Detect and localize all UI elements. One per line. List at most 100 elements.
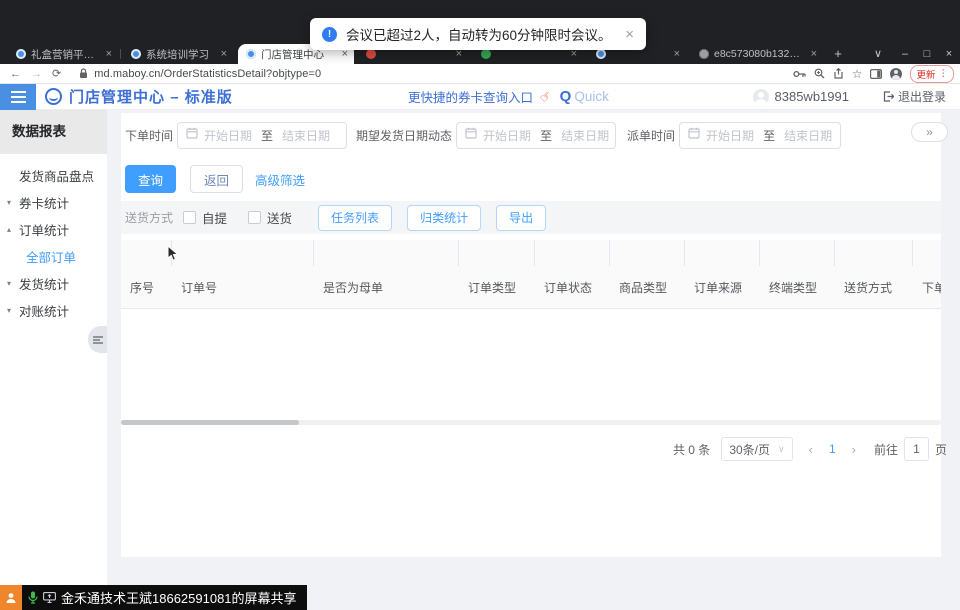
mouse-cursor: [167, 245, 179, 262]
side-panel-icon[interactable]: [870, 69, 882, 79]
tab-close-icon[interactable]: ×: [811, 48, 817, 60]
export-button[interactable]: 导出: [496, 205, 546, 231]
table-column-divider: [172, 240, 314, 266]
sidebar-item-shipping-stats[interactable]: ▾ 发货统计: [0, 270, 107, 297]
sidebar-item-order-stats[interactable]: ▴ 订单统计: [0, 216, 107, 243]
back-button[interactable]: 返回: [190, 165, 243, 193]
goto-page-input[interactable]: 1: [904, 437, 929, 461]
chevron-down-icon: ▾: [7, 279, 11, 288]
tab-close-icon[interactable]: ×: [674, 48, 680, 60]
to-label: 至: [540, 127, 552, 144]
end-date-placeholder: 结束日期: [784, 127, 832, 144]
screen-share-text: 金禾通技术王斌18662591081的屏幕共享: [61, 588, 297, 607]
browser-tab-2[interactable]: 系统培训学习 ×: [123, 44, 233, 64]
sidebar-item-shipped-goods-inventory[interactable]: 发货商品盘点: [0, 162, 107, 189]
window-maximize-button[interactable]: □: [917, 45, 937, 63]
delivery-method-label: 送货方式: [125, 209, 173, 226]
reload-icon[interactable]: ⟳: [52, 67, 61, 80]
tab-favicon: [366, 49, 376, 59]
back-icon[interactable]: ←: [10, 68, 21, 80]
start-date-placeholder: 开始日期: [204, 127, 252, 144]
tab-favicon: [131, 49, 141, 59]
meeting-notification-banner: ! 会议已超过2人，自动转为60分钟限时会议。 ×: [310, 18, 646, 50]
sidebar: 数据报表 发货商品盘点 ▾ 券卡统计 ▴ 订单统计 全部订单 ▾ 发货统计 ▾ …: [0, 110, 107, 610]
main-content-card: 下单时间 开始日期 至 结束日期 期望发货日期动态 开始日期 至 结束日期 派单…: [121, 113, 941, 557]
order-time-range-input[interactable]: 开始日期 至 结束日期: [177, 122, 347, 149]
notification-close-icon[interactable]: ×: [625, 26, 634, 43]
page-size-select[interactable]: 30条/页 ∨: [721, 437, 792, 461]
self-pickup-checkbox[interactable]: [183, 211, 196, 224]
url-text[interactable]: md.maboy.cn/OrderStatisticsDetail?objtyp…: [94, 68, 321, 80]
end-date-placeholder: 结束日期: [561, 127, 609, 144]
sidebar-header: 数据报表: [0, 110, 107, 154]
table-column-divider: [121, 240, 172, 266]
quick-label[interactable]: Quick: [574, 89, 609, 104]
pointer-hand-icon: ☞: [536, 87, 555, 107]
table-column-header-6: 订单来源: [685, 279, 760, 296]
quick-entry: 更快捷的券卡查询入口 ☞ Q Quick: [408, 87, 609, 106]
filter-row: 下单时间 开始日期 至 结束日期 期望发货日期动态 开始日期 至 结束日期 派单…: [125, 121, 841, 149]
horizontal-scrollbar[interactable]: [121, 420, 941, 425]
current-page-button[interactable]: 1: [829, 442, 836, 456]
tab-close-icon[interactable]: ×: [106, 48, 112, 60]
table-column-header-3: 订单类型: [459, 279, 535, 296]
filter-expand-button[interactable]: »: [911, 122, 948, 142]
query-button[interactable]: 查询: [125, 165, 176, 193]
quick-q-icon[interactable]: Q: [560, 88, 572, 105]
prev-page-button[interactable]: ‹: [809, 442, 813, 457]
calendar-icon: [186, 126, 198, 144]
window-close-button[interactable]: ×: [939, 45, 959, 63]
browser-tab-1[interactable]: 礼盒营销平台管理中心 ×: [8, 44, 118, 64]
browser-tab-7[interactable]: e8c573080b1328a258fd2e6... ×: [691, 44, 823, 64]
task-list-button[interactable]: 任务列表: [318, 205, 392, 231]
app-logo-icon: [45, 88, 62, 105]
next-page-button[interactable]: ›: [852, 442, 856, 457]
tab-search-icon[interactable]: ∨: [868, 45, 888, 63]
table-column-divider: [459, 240, 535, 266]
sidebar-item-coupon-card-stats[interactable]: ▾ 券卡统计: [0, 189, 107, 216]
goto-label: 前往: [874, 441, 898, 458]
new-tab-button[interactable]: +: [830, 46, 846, 62]
chevron-up-icon: ▴: [7, 225, 11, 234]
table-column-divider: [913, 240, 941, 266]
classify-stats-button[interactable]: 归类统计: [407, 205, 481, 231]
screen: 礼盒营销平台管理中心 × 系统培训学习 × 门店管理中心 × × × ×: [0, 0, 960, 610]
bookmark-star-icon[interactable]: ☆: [852, 67, 863, 81]
logout-icon: [883, 91, 894, 102]
zoom-icon[interactable]: [814, 68, 825, 79]
sidebar-item-reconciliation-stats[interactable]: ▾ 对账统计: [0, 297, 107, 324]
coupon-query-link[interactable]: 更快捷的券卡查询入口: [408, 87, 533, 106]
expected-ship-date-range-input[interactable]: 开始日期 至 结束日期: [456, 122, 616, 149]
browser-profile-avatar[interactable]: [890, 68, 902, 80]
browser-update-button[interactable]: 更新 ⋮: [910, 65, 954, 83]
delivery-checkbox[interactable]: [248, 211, 261, 224]
pagination: 共 0 条 30条/页 ∨ ‹ 1 › 前往 1 页: [673, 437, 947, 461]
address-bar: ← → ⟳ md.maboy.cn/OrderStatisticsDetail?…: [0, 64, 960, 84]
dispatch-time-range-input[interactable]: 开始日期 至 结束日期: [679, 122, 841, 149]
scrollbar-thumb[interactable]: [121, 420, 299, 425]
calendar-icon: [688, 126, 700, 144]
window-minimize-button[interactable]: –: [895, 45, 915, 63]
browser-menu-icon[interactable]: ⋮: [939, 68, 949, 79]
advanced-filter-link[interactable]: 高级筛选: [255, 170, 305, 189]
tab-title: 礼盒营销平台管理中心: [31, 47, 100, 62]
to-label: 至: [763, 127, 775, 144]
forward-icon[interactable]: →: [31, 68, 42, 80]
tab-close-icon[interactable]: ×: [221, 48, 227, 60]
app-title: 门店管理中心 – 标准版: [69, 86, 233, 107]
share-icon[interactable]: [833, 68, 844, 79]
participant-icon: [0, 585, 22, 610]
delivery-label: 送货: [267, 208, 292, 227]
hamburger-menu-button[interactable]: [0, 84, 36, 110]
user-avatar[interactable]: [753, 89, 769, 105]
table-column-divider: [685, 240, 760, 266]
password-key-icon[interactable]: [793, 69, 806, 79]
logout-button[interactable]: 退出登录: [883, 88, 946, 105]
filter-label-expected-ship-date: 期望发货日期动态: [356, 127, 452, 144]
lock-icon[interactable]: [79, 68, 88, 79]
sidebar-collapse-handle[interactable]: [88, 326, 107, 353]
table-column-divider: [610, 240, 685, 266]
table-column-header-2: 是否为母单: [314, 279, 459, 296]
microphone-icon: [28, 591, 38, 604]
sidebar-item-all-orders-active[interactable]: 全部订单: [0, 243, 107, 270]
